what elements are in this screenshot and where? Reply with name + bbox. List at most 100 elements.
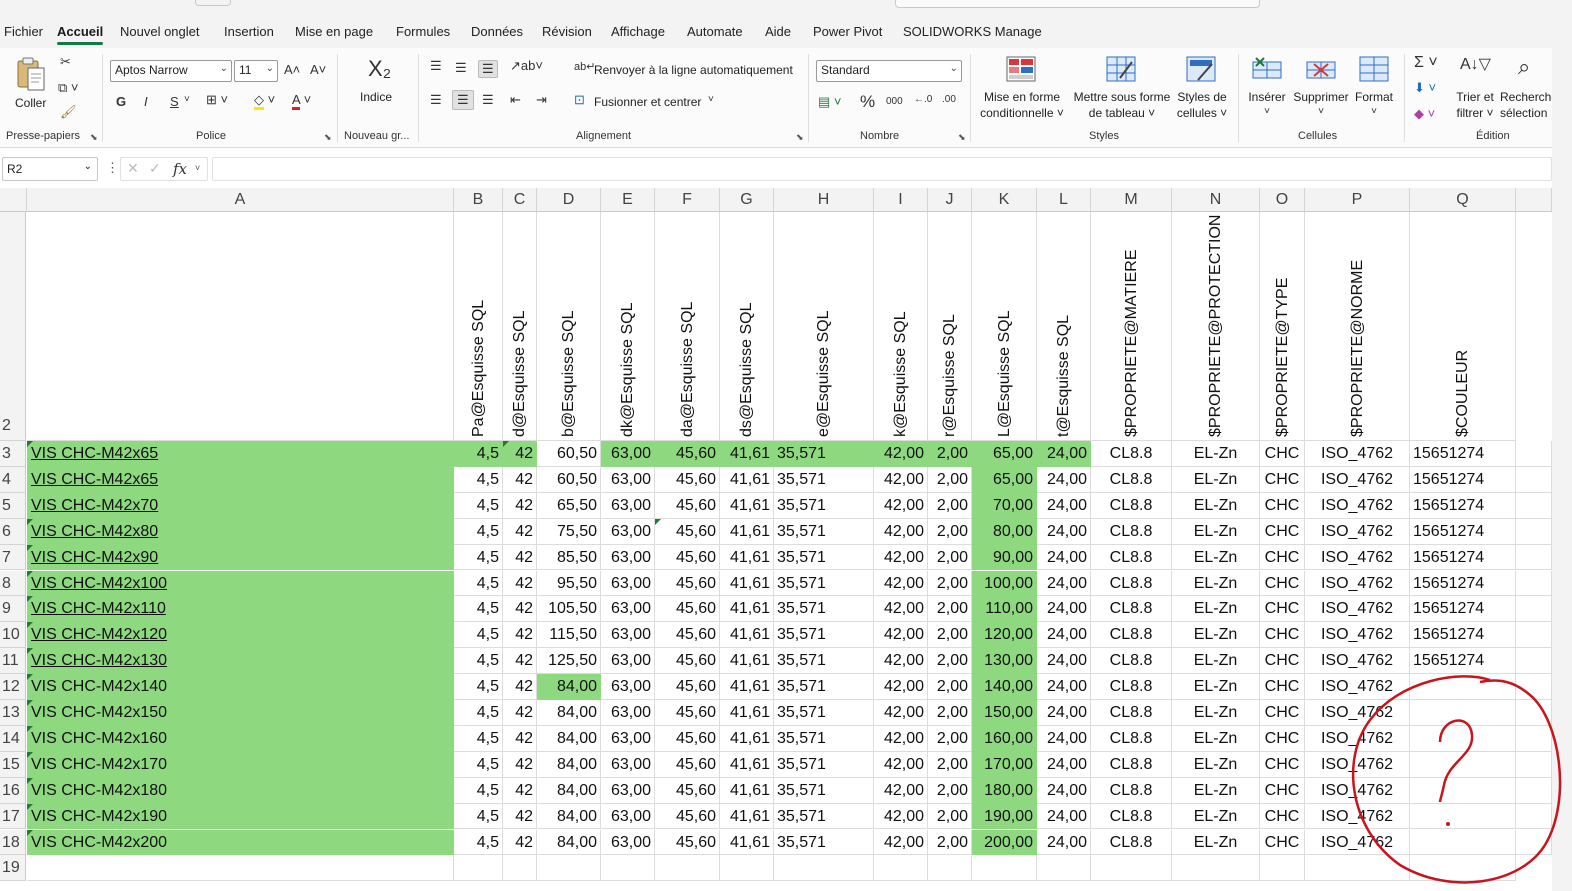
cell-o[interactable]: CHC — [1260, 829, 1305, 856]
cell-p[interactable]: ISO_4762 — [1305, 725, 1410, 752]
row-header-18[interactable]: 18 — [0, 829, 26, 856]
cell-j[interactable]: 2,00 — [928, 725, 972, 752]
column-header-f[interactable]: F — [655, 188, 720, 212]
empty-cell[interactable] — [1410, 855, 1516, 882]
grow-font-icon[interactable]: A˄ — [284, 62, 300, 77]
cell-o[interactable]: CHC — [1260, 596, 1305, 623]
cell-d[interactable]: 95,50 — [537, 570, 601, 597]
cell-l[interactable]: 24,00 — [1037, 803, 1091, 830]
cell-g[interactable]: 41,61 — [720, 700, 774, 726]
empty-cell[interactable] — [720, 855, 774, 882]
cell-i[interactable]: 42,00 — [874, 492, 928, 519]
cell-p[interactable]: ISO_4762 — [1305, 466, 1410, 493]
cell-n[interactable]: EL-Zn — [1172, 622, 1260, 649]
cell-d[interactable]: 75,50 — [537, 518, 601, 545]
tab-insertion[interactable]: Insertion — [224, 24, 274, 39]
fill-icon[interactable]: ⬇ ˅ — [1414, 80, 1436, 96]
cell-n[interactable]: EL-Zn — [1172, 751, 1260, 778]
cell-k[interactable]: 200,00 — [972, 829, 1037, 856]
cell-f[interactable]: 45,60 — [655, 596, 720, 623]
cell-b[interactable]: 4,5 — [454, 622, 503, 649]
cell-j[interactable]: 2,00 — [928, 492, 972, 519]
cell-c[interactable]: 42 — [503, 492, 537, 519]
cell-k[interactable]: 190,00 — [972, 803, 1037, 830]
cell-n[interactable]: EL-Zn — [1172, 518, 1260, 545]
cell-l[interactable]: 24,00 — [1037, 777, 1091, 804]
cell-m[interactable]: CL8.8 — [1091, 700, 1172, 726]
part-name-cell[interactable]: VIS CHC-M42x200 — [27, 829, 454, 856]
cell-p[interactable]: ISO_4762 — [1305, 674, 1410, 700]
cell-d[interactable]: 84,00 — [537, 751, 601, 778]
enter-icon[interactable]: ✓ — [149, 160, 161, 177]
cell-i[interactable]: 42,00 — [874, 751, 928, 778]
cell-r[interactable] — [1516, 700, 1552, 726]
orientation-icon[interactable]: ↗ab˅ — [510, 58, 543, 74]
cell-q[interactable] — [1410, 725, 1516, 752]
part-name-cell[interactable]: VIS CHC-M42x180 — [27, 777, 454, 804]
cell-styles-button[interactable]: Styles de cellules ˅ — [1174, 54, 1230, 126]
cell-l[interactable]: 24,00 — [1037, 596, 1091, 623]
cell-k[interactable]: 80,00 — [972, 518, 1037, 545]
tab-automate[interactable]: Automate — [687, 24, 743, 39]
cell-e[interactable]: 63,00 — [601, 544, 655, 571]
font-size-select[interactable]: 11 ⌄ — [234, 60, 278, 82]
sort-filter-button[interactable]: A↓▽ Trier et filtrer ˅ — [1452, 54, 1498, 126]
cell-e[interactable]: 63,00 — [601, 751, 655, 778]
cell-j[interactable]: 2,00 — [928, 829, 972, 856]
cell-r[interactable] — [1516, 751, 1552, 778]
empty-cell[interactable] — [1172, 855, 1260, 882]
conditional-formatting-button[interactable]: Mise en forme conditionnelle ˅ — [976, 54, 1068, 126]
cell-f[interactable]: 45,60 — [655, 829, 720, 856]
cell-f[interactable]: 45,60 — [655, 751, 720, 778]
cell-l[interactable]: 24,00 — [1037, 648, 1091, 675]
cell-f[interactable]: 45,60 — [655, 544, 720, 571]
cell-g[interactable]: 41,61 — [720, 596, 774, 623]
part-name-cell[interactable]: VIS CHC-M42x170 — [27, 751, 454, 778]
cell-j[interactable]: 2,00 — [928, 777, 972, 804]
cell-b[interactable]: 4,5 — [454, 751, 503, 778]
find-select-button[interactable]: ⌕ Recherche sélection — [1498, 54, 1552, 126]
cell-f[interactable]: 45,60 — [655, 466, 720, 493]
cell-m[interactable]: CL8.8 — [1091, 622, 1172, 649]
cell-f[interactable]: 45,60 — [655, 777, 720, 804]
cell-e[interactable]: 63,00 — [601, 829, 655, 856]
header-cell-g[interactable]: ds@Esquisse SQL — [720, 212, 774, 441]
cell-l[interactable]: 24,00 — [1037, 492, 1091, 519]
cell-b[interactable]: 4,5 — [454, 441, 503, 467]
cell-b[interactable]: 4,5 — [454, 518, 503, 545]
cell-p[interactable]: ISO_4762 — [1305, 441, 1410, 467]
header-cell-p[interactable]: $PROPRIETE@NORME — [1305, 212, 1410, 441]
cell-o[interactable]: CHC — [1260, 674, 1305, 700]
cell-o[interactable]: CHC — [1260, 492, 1305, 519]
part-name-cell[interactable]: VIS CHC-M42x90 — [27, 544, 454, 571]
empty-cell[interactable] — [1305, 855, 1410, 882]
cell-j[interactable]: 2,00 — [928, 648, 972, 675]
cell-h[interactable]: 35,571 — [774, 622, 874, 649]
cell-g[interactable]: 41,61 — [720, 518, 774, 545]
cell-n[interactable]: EL-Zn — [1172, 648, 1260, 675]
cell-j[interactable]: 2,00 — [928, 570, 972, 597]
empty-cell[interactable] — [27, 855, 454, 882]
more-icon[interactable]: ⋮ — [106, 160, 119, 176]
cell-g[interactable]: 41,61 — [720, 751, 774, 778]
cell-n[interactable]: EL-Zn — [1172, 700, 1260, 726]
cell-h[interactable]: 35,571 — [774, 777, 874, 804]
tab-mise-en-page[interactable]: Mise en page — [295, 24, 373, 39]
cell-m[interactable]: CL8.8 — [1091, 441, 1172, 467]
row-header-16[interactable]: 16 — [0, 777, 26, 804]
cell-o[interactable]: CHC — [1260, 570, 1305, 597]
cell-n[interactable]: EL-Zn — [1172, 492, 1260, 519]
header-cell-a[interactable] — [27, 212, 454, 441]
cell-b[interactable]: 4,5 — [454, 570, 503, 597]
cell-c[interactable]: 42 — [503, 803, 537, 830]
column-header-l[interactable]: L — [1037, 188, 1091, 212]
name-box[interactable]: R2 ⌄ — [2, 157, 98, 181]
cell-d[interactable]: 85,50 — [537, 544, 601, 571]
cell-m[interactable]: CL8.8 — [1091, 751, 1172, 778]
cell-e[interactable]: 63,00 — [601, 777, 655, 804]
cell-q[interactable] — [1410, 674, 1516, 700]
column-header-n[interactable]: N — [1172, 188, 1260, 212]
cell-f[interactable]: 45,60 — [655, 441, 720, 467]
cell-o[interactable]: CHC — [1260, 544, 1305, 571]
worksheet[interactable]: A B C D E F G H I J K L M N O P Q 2 3 4 5 6 7 8 9 10 11 12 13 14 15 16 1… — [0, 188, 1552, 891]
